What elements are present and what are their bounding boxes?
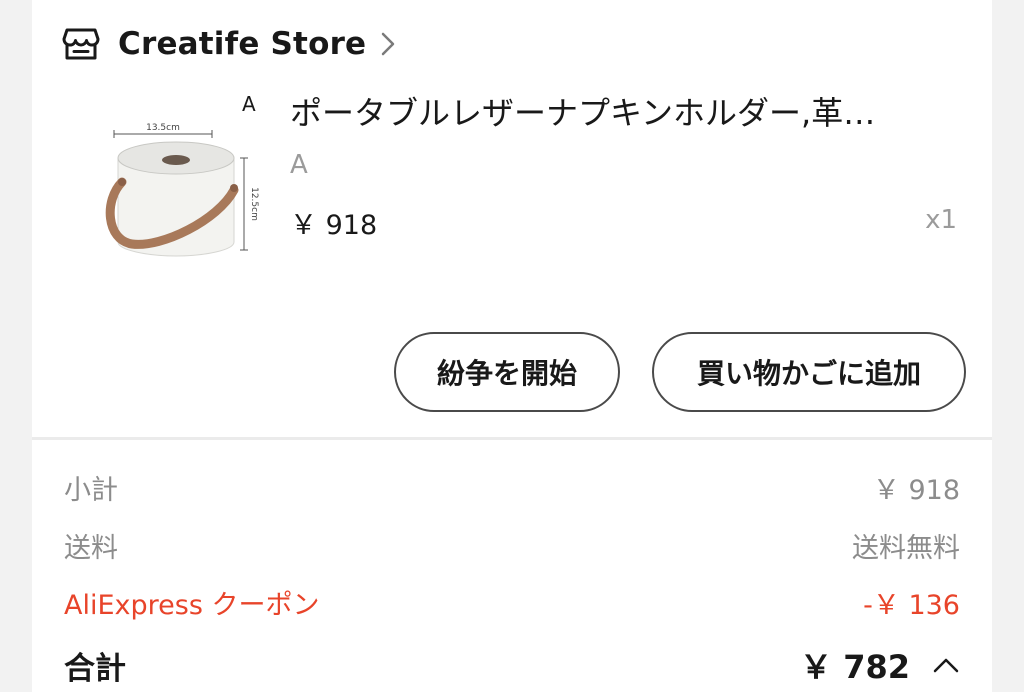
width-dimension-label: 13.5cm bbox=[146, 123, 180, 133]
shipping-row: 送料 送料無料 bbox=[64, 526, 960, 565]
subtotal-row: 小計 ￥ 918 bbox=[64, 468, 960, 507]
open-dispute-button[interactable]: 紛争を開始 bbox=[394, 332, 620, 412]
coupon-value: -￥ 136 bbox=[863, 590, 960, 621]
order-item-card: Creatife Store 13.5cm 12.5cm A ポータブルレザーナ… bbox=[32, 0, 992, 692]
chevron-up-icon[interactable] bbox=[932, 656, 960, 674]
total-row[interactable]: 合計 ￥ 782 bbox=[64, 642, 960, 688]
coupon-label: AliExpress クーポン bbox=[64, 590, 320, 621]
subtotal-label: 小計 bbox=[64, 475, 118, 506]
product-quantity: x1 bbox=[925, 205, 957, 235]
variant-marker: A bbox=[242, 92, 256, 116]
add-to-cart-button[interactable]: 買い物かごに追加 bbox=[652, 332, 966, 412]
divider bbox=[32, 437, 992, 440]
total-value: ￥ 782 bbox=[800, 648, 910, 686]
store-name[interactable]: Creatife Store bbox=[118, 26, 366, 62]
store-icon bbox=[62, 24, 102, 64]
coupon-row: AliExpress クーポン -￥ 136 bbox=[64, 583, 960, 622]
product-title[interactable]: ポータブルレザーナプキンホルダー,革… bbox=[290, 88, 962, 134]
product-price: ￥ 918 bbox=[290, 210, 378, 241]
shipping-label: 送料 bbox=[64, 533, 118, 564]
chevron-right-icon[interactable] bbox=[380, 30, 396, 58]
shipping-value: 送料無料 bbox=[852, 533, 960, 564]
store-header[interactable]: Creatife Store bbox=[62, 22, 396, 66]
height-dimension-label: 12.5cm bbox=[249, 187, 259, 221]
product-variant: A bbox=[290, 150, 308, 180]
total-label: 合計 bbox=[64, 650, 126, 687]
product-image[interactable]: 13.5cm 12.5cm bbox=[102, 100, 274, 290]
subtotal-value: ￥ 918 bbox=[872, 475, 960, 506]
